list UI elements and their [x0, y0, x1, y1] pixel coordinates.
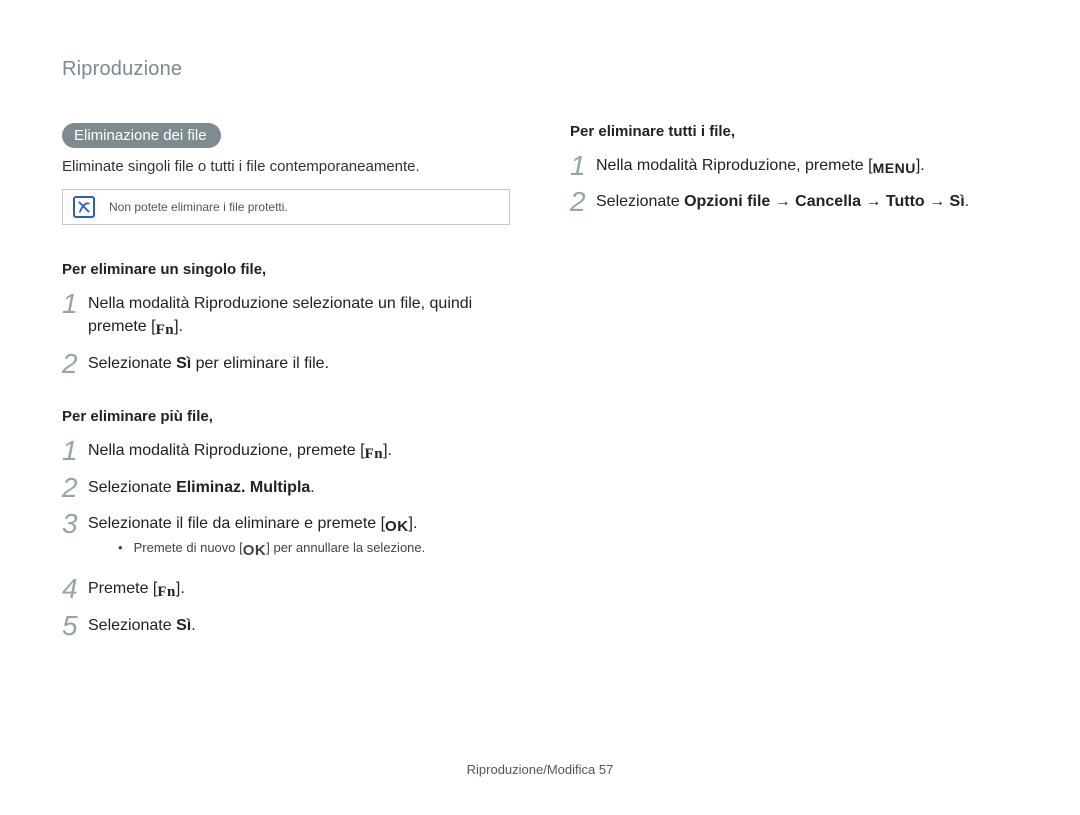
- step-body: Nella modalità Riproduzione, premete [].: [88, 439, 510, 466]
- steps-multi: Nella modalità Riproduzione, premete [].…: [62, 439, 510, 640]
- bullet-icon: •: [118, 540, 130, 555]
- fn-key-icon: [156, 318, 175, 342]
- step-body: Selezionate Sì per eliminare il file.: [88, 352, 510, 375]
- subhead-multi: Per eliminare più file,: [62, 408, 510, 425]
- step-body: Selezionate Eliminaz. Multipla.: [88, 476, 510, 499]
- step-body: Nella modalità Riproduzione, premete [].: [596, 154, 1018, 180]
- ok-key-icon: [243, 542, 267, 559]
- subhead-single: Per eliminare un singolo file,: [62, 261, 510, 278]
- footer-page-number: 57: [599, 762, 613, 777]
- step: Selezionate Sì per eliminare il file.: [62, 352, 510, 378]
- note-icon: [73, 196, 95, 218]
- text: Selezionate: [88, 355, 176, 372]
- text: ].: [383, 442, 392, 459]
- text: Selezionate: [88, 617, 176, 634]
- step-body: Selezionate Opzioni file → Cancella → Tu…: [596, 190, 1018, 213]
- text: .: [965, 193, 969, 210]
- step-body: Nella modalità Riproduzione selezionate …: [88, 292, 510, 342]
- text: per eliminare il file.: [191, 355, 329, 372]
- text: .: [310, 479, 314, 496]
- left-column: Eliminazione dei file Eliminate singoli …: [62, 123, 510, 670]
- subhead-all: Per eliminare tutti i file,: [570, 123, 1018, 140]
- page-footer: Riproduzione/Modifica 57: [0, 762, 1080, 777]
- step: Selezionate Opzioni file → Cancella → Tu…: [570, 190, 1018, 216]
- text: Selezionate: [596, 193, 684, 210]
- section-pill: Eliminazione dei file: [62, 123, 221, 148]
- page: Riproduzione Eliminazione dei file Elimi…: [0, 0, 1080, 815]
- step-body: Premete [].: [88, 577, 510, 604]
- note-box: Non potete eliminare i file protetti.: [62, 189, 510, 225]
- text: Nella modalità Riproduzione selezionate …: [88, 295, 472, 335]
- step-body: Selezionate Sì.: [88, 614, 510, 637]
- menu-key-icon: [873, 157, 916, 180]
- content-columns: Eliminazione dei file Eliminate singoli …: [62, 123, 1018, 670]
- step: Selezionate Sì.: [62, 614, 510, 640]
- right-column: Per eliminare tutti i file, Nella modali…: [570, 123, 1018, 670]
- step-body: Selezionate il file da eliminare e preme…: [88, 512, 510, 538]
- text: Premete di nuovo [: [134, 540, 243, 555]
- text: ] per annullare la selezione.: [266, 540, 425, 555]
- fn-key-icon: [157, 580, 176, 604]
- note-text: Non potete eliminare i file protetti.: [109, 200, 288, 214]
- text: ].: [409, 515, 418, 532]
- text: .: [191, 617, 195, 634]
- text: Nella modalità Riproduzione, premete [: [596, 157, 873, 174]
- text: ].: [916, 157, 925, 174]
- substep: • Premete di nuovo [ ] per annullare la s…: [118, 540, 510, 559]
- fn-key-icon: [365, 442, 384, 466]
- step: Nella modalità Riproduzione, premete [].: [570, 154, 1018, 180]
- text-bold: Eliminaz. Multipla: [176, 479, 310, 496]
- step: Selezionate Eliminaz. Multipla.: [62, 476, 510, 502]
- text-bold: Sì: [176, 617, 191, 634]
- step: Premete [].: [62, 577, 510, 604]
- ok-key-icon: [385, 515, 409, 538]
- step: Nella modalità Riproduzione selezionate …: [62, 292, 510, 342]
- intro-text: Eliminate singoli file o tutti i file co…: [62, 158, 510, 175]
- text-bold: Sì: [176, 355, 191, 372]
- step: Nella modalità Riproduzione, premete [].: [62, 439, 510, 466]
- steps-all: Nella modalità Riproduzione, premete [].…: [570, 154, 1018, 216]
- text: Selezionate: [88, 479, 176, 496]
- step: Selezionate il file da eliminare e preme…: [62, 512, 510, 567]
- text: Selezionate il file da eliminare e preme…: [88, 515, 385, 532]
- text: Nella modalità Riproduzione, premete [: [88, 442, 365, 459]
- text: ].: [176, 580, 185, 597]
- steps-single: Nella modalità Riproduzione selezionate …: [62, 292, 510, 378]
- text: Premete [: [88, 580, 157, 597]
- running-head: Riproduzione: [62, 58, 1018, 81]
- text: ].: [174, 318, 183, 335]
- footer-section: Riproduzione/Modifica: [467, 762, 599, 777]
- text-bold: Opzioni file → Cancella → Tutto → Sì: [684, 193, 965, 210]
